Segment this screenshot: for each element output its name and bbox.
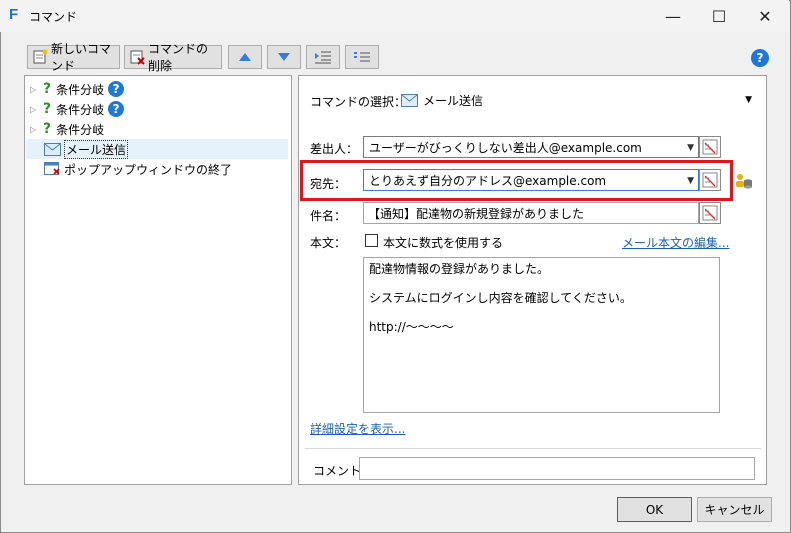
command-select-label: コマンドの選択：: [310, 95, 407, 109]
command-select-value: メール送信: [423, 93, 484, 108]
formula-icon: [702, 139, 718, 155]
minimize-button[interactable]: —: [650, 0, 696, 32]
tree-item[interactable]: ポップアップウィンドウの終了: [44, 159, 232, 179]
comment-input[interactable]: [359, 457, 755, 480]
advanced-settings-link[interactable]: 詳細設定を表示...: [310, 420, 405, 437]
body-line: [369, 277, 714, 292]
delete-command-button[interactable]: コマンドの削除: [124, 42, 222, 73]
edit-body-link[interactable]: メール本文の編集...: [622, 234, 729, 251]
body-line: http://～～～～: [369, 320, 454, 334]
expand-icon: ▷: [30, 104, 37, 114]
tree-item-selected[interactable]: メール送信: [44, 139, 129, 159]
close-popup-icon: [44, 162, 60, 175]
sender-combobox[interactable]: ユーザーがびっくりしない差出人@example.com ▼: [363, 136, 699, 158]
indent-button[interactable]: [306, 45, 340, 69]
sender-label: 差出人：: [310, 142, 359, 156]
body-line: 配達物情報の登録がありました。: [369, 262, 550, 276]
recipient-formula-button[interactable]: [699, 169, 721, 191]
condition-icon: ?: [43, 101, 52, 117]
chevron-down-icon: ▼: [687, 143, 694, 153]
mail-icon: [401, 93, 418, 107]
recipient-label: 宛先：: [310, 177, 347, 191]
subject-formula-button[interactable]: [699, 202, 721, 224]
tree-item-label: ポップアップウィンドウの終了: [64, 162, 233, 177]
tree-item-label: メール送信: [64, 139, 129, 159]
subject-label: 件名：: [310, 209, 347, 223]
body-line: [369, 306, 714, 321]
use-formula-label: 本文に数式を使用する: [383, 236, 504, 250]
subject-input[interactable]: 【通知】配達物の新規登録がありました: [363, 202, 699, 224]
tree-item-label: 条件分岐: [56, 122, 105, 137]
recipient-combobox[interactable]: とりあえず自分のアドレス@example.com ▼: [363, 169, 699, 191]
outdent-button[interactable]: [345, 45, 379, 69]
move-up-button[interactable]: [228, 45, 262, 69]
chevron-down-icon: ▼: [687, 176, 694, 186]
move-down-button[interactable]: [267, 45, 301, 69]
formula-icon: [702, 205, 718, 221]
expand-icon: ▷: [30, 124, 37, 134]
expand-icon: ▷: [30, 84, 37, 94]
body-line: システムにログインし内容を確認してください。: [369, 291, 632, 305]
new-document-icon: [32, 49, 48, 65]
delete-document-icon: [129, 49, 145, 65]
comment-label: コメント: [313, 464, 362, 478]
outdent-icon: [354, 52, 370, 62]
close-button[interactable]: ✕: [742, 0, 788, 32]
tree-item[interactable]: ▷ ? 条件分岐: [30, 119, 104, 139]
help-icon[interactable]: ?: [108, 101, 125, 117]
command-select-dropdown[interactable]: メール送信 ▼: [397, 88, 756, 112]
tree-item[interactable]: ▷ ? 条件分岐 ?: [30, 99, 125, 119]
tree-item-label: 条件分岐: [56, 82, 105, 97]
body-textarea[interactable]: 配達物情報の登録がありました。 システムにログインし内容を確認してください。 h…: [363, 257, 720, 413]
user-database-icon: [736, 174, 752, 189]
subject-value: 【通知】配達物の新規登録がありました: [368, 206, 585, 221]
mail-icon: [44, 142, 61, 156]
delete-command-label: コマンドの削除: [148, 42, 209, 73]
body-label: 本文：: [310, 236, 347, 250]
condition-icon: ?: [43, 81, 52, 97]
new-command-button[interactable]: 新しいコマンド: [27, 42, 120, 73]
use-formula-checkbox[interactable]: [365, 234, 378, 247]
help-icon[interactable]: ?: [108, 81, 125, 97]
tree-item[interactable]: ▷ ? 条件分岐 ?: [30, 79, 125, 99]
window-title: コマンド: [29, 10, 78, 24]
maximize-button[interactable]: ☐: [696, 0, 742, 32]
indent-icon: [315, 51, 331, 64]
sender-value: ユーザーがびっくりしない差出人@example.com: [369, 140, 642, 155]
formula-icon: [702, 172, 718, 188]
help-icon[interactable]: ?: [751, 49, 769, 67]
chevron-down-icon: ▼: [745, 95, 752, 105]
app-logo-icon: F: [9, 6, 19, 23]
cancel-button[interactable]: キャンセル: [697, 497, 772, 522]
arrow-up-icon: [239, 53, 251, 61]
user-list-button[interactable]: [735, 172, 753, 190]
tree-item-label: 条件分岐: [56, 102, 105, 117]
ok-button[interactable]: OK: [617, 497, 692, 522]
sender-formula-button[interactable]: [699, 136, 721, 158]
divider: [305, 448, 761, 449]
condition-icon: ?: [43, 121, 52, 137]
arrow-down-icon: [278, 53, 290, 61]
new-command-label: 新しいコマンド: [51, 42, 112, 73]
recipient-value: とりあえず自分のアドレス@example.com: [369, 173, 607, 188]
